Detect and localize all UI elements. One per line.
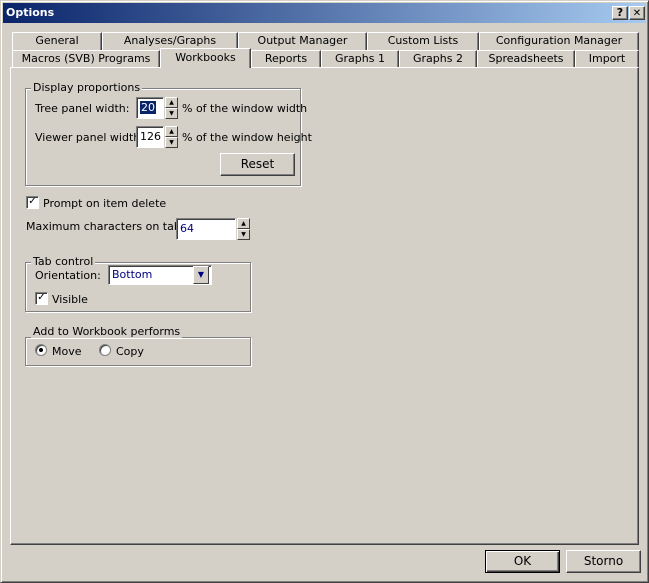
tab-label: Analyses/Graphs: [123, 34, 217, 47]
tab-label: Reports: [264, 52, 308, 65]
tab-label: Workbooks: [175, 51, 236, 64]
spin-up-icon[interactable]: ▲: [237, 218, 250, 229]
prompt-delete-label: Prompt on item delete: [43, 197, 167, 210]
close-icon: ✕: [632, 8, 642, 19]
tab-workbooks[interactable]: Workbooks: [160, 48, 251, 68]
move-label: Move: [52, 345, 82, 358]
title-bar: Options ? ✕: [3, 3, 646, 23]
tab-label: Macros (SVB) Programs: [21, 52, 151, 65]
tab-label: Import: [588, 52, 626, 65]
options-dialog: Options ? ✕ General Analyses/Graphs Outp…: [0, 0, 649, 583]
spin-down-icon[interactable]: ▼: [165, 108, 178, 119]
chevron-down-icon[interactable]: ▼: [193, 266, 209, 284]
tab-label: Graphs 1: [335, 52, 385, 65]
tab-label: Graphs 2: [413, 52, 463, 65]
tab-graphs-1[interactable]: Graphs 1: [321, 50, 399, 68]
cancel-button[interactable]: Storno: [566, 550, 641, 573]
close-button[interactable]: ✕: [629, 6, 645, 20]
tab-graphs-2[interactable]: Graphs 2: [399, 50, 477, 68]
window-title: Options: [6, 6, 55, 19]
viewer-panel-suffix: % of the window height: [182, 131, 312, 144]
tab-label: Custom Lists: [387, 34, 459, 47]
tab-label: Output Manager: [257, 34, 348, 47]
tab-spreadsheets[interactable]: Spreadsheets: [477, 50, 575, 68]
tab-output-manager[interactable]: Output Manager: [238, 32, 367, 50]
check-icon: ✓: [37, 292, 46, 303]
spin-up-icon[interactable]: ▲: [165, 126, 178, 137]
visible-label: Visible: [52, 293, 88, 306]
tab-configuration-manager[interactable]: Configuration Manager: [479, 32, 639, 50]
viewer-panel-spinner[interactable]: ▲ ▼: [165, 126, 178, 148]
tab-reports[interactable]: Reports: [251, 50, 321, 68]
tab-label: Configuration Manager: [495, 34, 623, 47]
copy-label: Copy: [116, 345, 144, 358]
tab-import[interactable]: Import: [575, 50, 639, 68]
orientation-value: Bottom: [112, 268, 153, 281]
ok-button[interactable]: OK: [485, 550, 560, 573]
prompt-delete-checkbox[interactable]: ✓: [26, 196, 39, 209]
orientation-select[interactable]: Bottom ▼: [108, 265, 212, 285]
add-workbook-legend: Add to Workbook performs: [31, 325, 183, 338]
tab-macros-programs[interactable]: Macros (SVB) Programs: [12, 50, 160, 68]
viewer-panel-label: Viewer panel width:: [35, 131, 144, 144]
workbooks-panel: Display proportions Tree panel width: 20…: [10, 67, 639, 545]
tree-panel-label: Tree panel width:: [35, 102, 130, 115]
tab-general[interactable]: General: [12, 32, 102, 50]
copy-radio[interactable]: [99, 344, 111, 356]
tree-panel-width-input[interactable]: 20: [136, 97, 164, 119]
help-button[interactable]: ?: [612, 6, 628, 20]
tab-control-legend: Tab control: [31, 255, 96, 268]
move-radio[interactable]: [35, 344, 47, 356]
spin-up-icon[interactable]: ▲: [165, 97, 178, 108]
reset-button[interactable]: Reset: [220, 153, 295, 176]
max-chars-input[interactable]: 64: [176, 218, 236, 240]
tab-custom-lists[interactable]: Custom Lists: [367, 32, 479, 50]
tree-panel-suffix: % of the window width: [182, 102, 308, 115]
visible-checkbox[interactable]: ✓: [35, 292, 48, 305]
viewer-panel-width-input[interactable]: 126: [136, 126, 164, 148]
spin-down-icon[interactable]: ▼: [165, 137, 178, 148]
max-chars-spinner[interactable]: ▲ ▼: [237, 218, 250, 240]
check-icon: ✓: [28, 196, 37, 207]
tab-label: Spreadsheets: [488, 52, 564, 65]
max-chars-label: Maximum characters on tabs:: [26, 220, 191, 233]
tab-label: General: [35, 34, 79, 47]
tree-panel-spinner[interactable]: ▲ ▼: [165, 97, 178, 119]
spin-down-icon[interactable]: ▼: [237, 229, 250, 240]
display-proportions-legend: Display proportions: [31, 81, 143, 94]
orientation-label: Orientation:: [35, 269, 101, 282]
